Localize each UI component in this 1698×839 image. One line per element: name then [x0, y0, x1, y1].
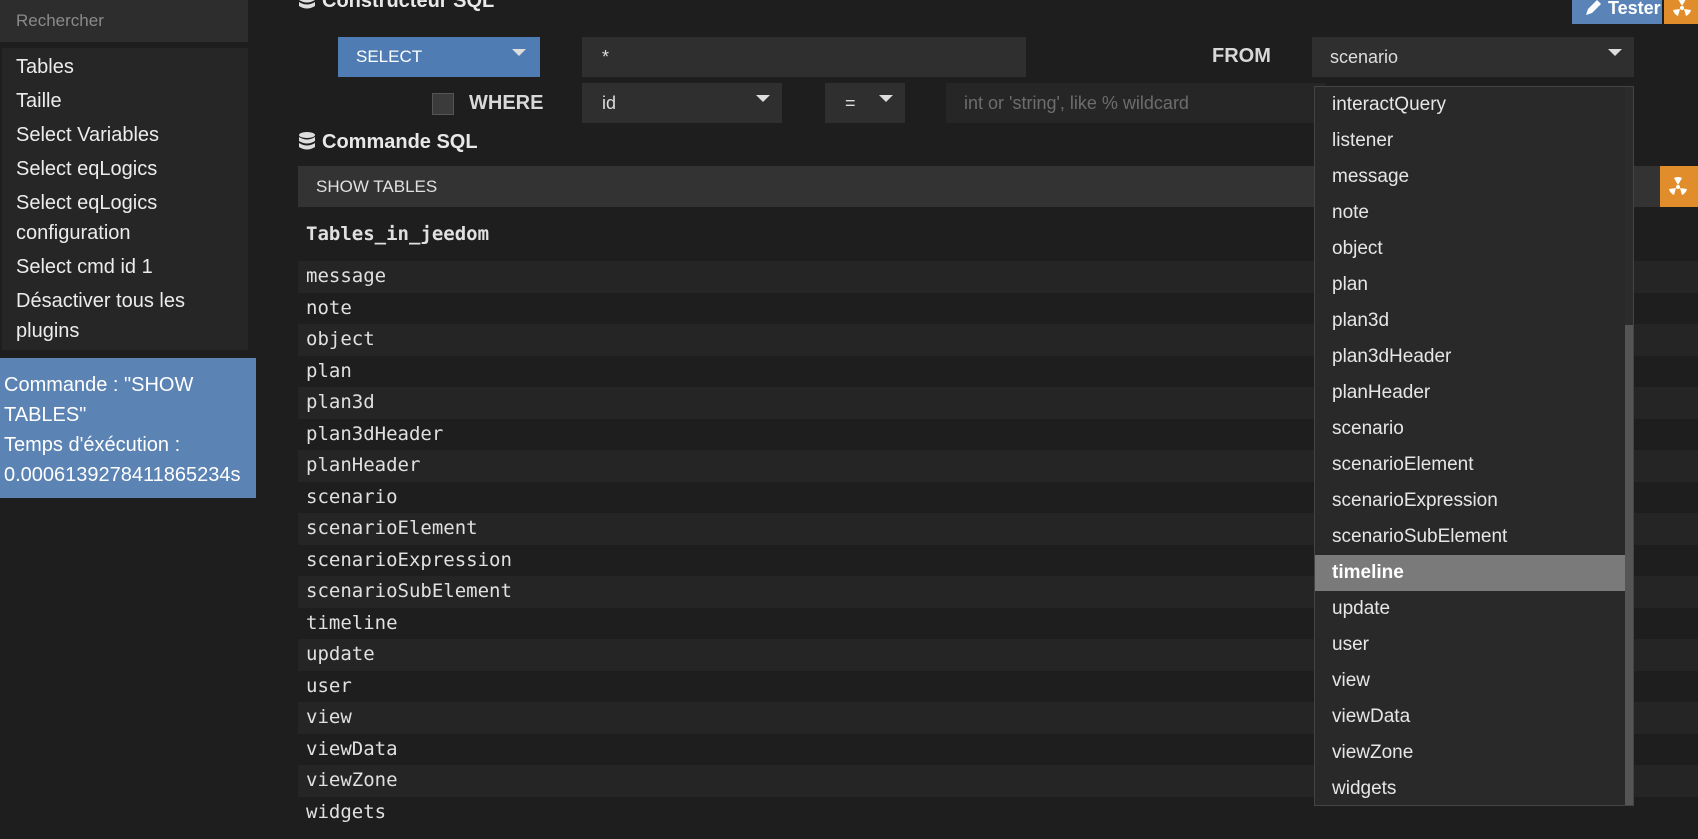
dropdown-scrollbar-thumb[interactable]	[1625, 325, 1633, 805]
chevron-down-icon	[756, 95, 770, 102]
dropdown-option[interactable]: scenarioElement	[1315, 447, 1625, 483]
chevron-down-icon	[879, 95, 893, 102]
columns-input[interactable]: *	[582, 37, 1026, 77]
where-checkbox[interactable]	[432, 93, 454, 115]
dropdown-scrollbar[interactable]	[1625, 87, 1633, 805]
dropdown-option[interactable]: update	[1315, 591, 1625, 627]
sidebar-item-select-eqlogics-configuration[interactable]: Select eqLogics configuration	[2, 188, 248, 248]
dropdown-option[interactable]: plan	[1315, 267, 1625, 303]
where-field-select[interactable]: id	[582, 83, 782, 123]
where-operator-value: =	[845, 92, 856, 113]
sidebar-search[interactable]	[0, 0, 248, 42]
command-title: Commande SQL	[322, 131, 478, 153]
chevron-down-icon	[512, 49, 526, 56]
from-label: FROM	[1212, 45, 1271, 67]
columns-value: *	[602, 46, 610, 67]
dropdown-option[interactable]: message	[1315, 159, 1625, 195]
builder-title: Constructeur SQL	[322, 0, 495, 12]
sidebar-item-taille[interactable]: Taille	[2, 86, 248, 116]
database-icon	[299, 132, 315, 150]
dropdown-option[interactable]: scenarioExpression	[1315, 483, 1625, 519]
sidebar-item-select-cmd-id-1[interactable]: Select cmd id 1	[2, 252, 248, 282]
results-column-label: Tables_in_jeedom	[306, 223, 490, 245]
result-info-line: Commande : "SHOW	[4, 374, 194, 396]
builder-heading: Constructeur SQL	[298, 0, 494, 13]
sidebar-item-select-variables[interactable]: Select Variables	[2, 120, 248, 150]
dropdown-option[interactable]: object	[1315, 231, 1625, 267]
select-label: SELECT	[356, 47, 423, 66]
where-value-input[interactable]: int or 'string', like % wildcard	[946, 83, 1326, 123]
dropdown-option[interactable]: listener	[1315, 123, 1625, 159]
sidebar-item-select-eqlogics[interactable]: Select eqLogics	[2, 154, 248, 184]
where-field-value: id	[602, 92, 617, 113]
dropdown-option[interactable]: interactQuery	[1315, 87, 1625, 123]
dropdown-option[interactable]: viewZone	[1315, 735, 1625, 771]
result-info-line: 0.0006139278411865234s	[4, 464, 241, 486]
result-info-panel: Commande : "SHOW TABLES" Temps d'éxécuti…	[0, 358, 256, 498]
dropdown-option[interactable]: note	[1315, 195, 1625, 231]
sql-command-value: SHOW TABLES	[316, 176, 438, 196]
radiation-icon	[1673, 0, 1691, 16]
dropdown-option[interactable]: scenarioSubElement	[1315, 519, 1625, 555]
where-operator-select[interactable]: =	[825, 83, 905, 123]
dropdown-option[interactable]: view	[1315, 663, 1625, 699]
from-value: scenario	[1330, 46, 1399, 67]
result-info-line: TABLES"	[4, 404, 87, 426]
dropdown-option[interactable]: widgets	[1315, 771, 1625, 805]
from-dropdown-list[interactable]: interactQuery listener message note obje…	[1314, 86, 1634, 806]
tester-button[interactable]: Tester	[1572, 0, 1662, 24]
sidebar-query-list: Tables Taille Select Variables Select eq…	[2, 48, 248, 350]
dropdown-option[interactable]: scenario	[1315, 411, 1625, 447]
sidebar-item-disable-plugins[interactable]: Désactiver tous les plugins	[2, 286, 248, 346]
dropdown-option[interactable]: planHeader	[1315, 375, 1625, 411]
radiation-icon	[1669, 176, 1687, 195]
result-info-line: Temps d'éxécution :	[4, 434, 181, 456]
where-value-placeholder: int or 'string', like % wildcard	[964, 92, 1189, 113]
execute-button[interactable]	[1660, 166, 1698, 207]
dropdown-option[interactable]: plan3d	[1315, 303, 1625, 339]
where-label: WHERE	[469, 92, 544, 114]
dropdown-option-highlighted[interactable]: timeline	[1315, 555, 1625, 591]
dropdown-option[interactable]: user	[1315, 627, 1625, 663]
from-select[interactable]: scenario	[1312, 37, 1634, 77]
chevron-down-icon	[1608, 49, 1622, 56]
database-icon	[299, 0, 315, 9]
select-dropdown[interactable]: SELECT	[338, 37, 540, 77]
dropdown-option[interactable]: plan3dHeader	[1315, 339, 1625, 375]
pencil-icon	[1586, 0, 1601, 15]
command-heading: Commande SQL	[298, 131, 478, 154]
tester-label: Tester	[1608, 0, 1661, 18]
extra-action-button[interactable]	[1664, 0, 1698, 24]
dropdown-option[interactable]: viewData	[1315, 699, 1625, 735]
sidebar-item-tables[interactable]: Tables	[2, 52, 248, 82]
search-input[interactable]	[0, 0, 248, 42]
